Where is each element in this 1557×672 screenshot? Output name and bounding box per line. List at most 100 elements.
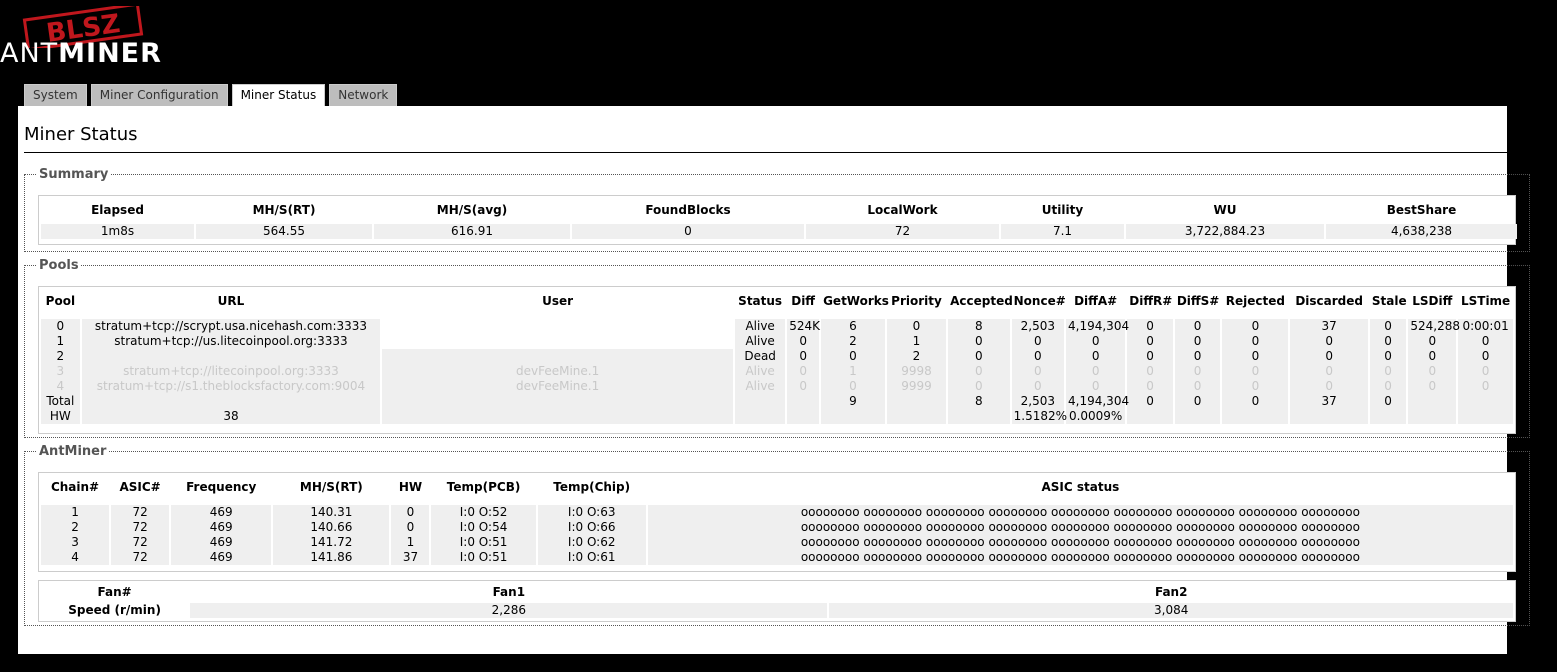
chain-cell: I:0 O:61 bbox=[537, 550, 646, 565]
pool-cell: 0 bbox=[1222, 379, 1289, 394]
pool-row-disabled: 4 stratum+tcp://s1.theblocksfactory.com:… bbox=[41, 379, 1513, 394]
chain-cell: 72 bbox=[111, 505, 170, 520]
summary-header: WU bbox=[1213, 203, 1237, 217]
chain-cell: I:0 O:52 bbox=[431, 505, 536, 520]
pool-cell bbox=[1408, 394, 1457, 409]
pool-cell: 3 bbox=[41, 364, 80, 379]
summary-value: 3,722,884.23 bbox=[1126, 224, 1324, 239]
chain-cell: I:0 O:63 bbox=[537, 505, 646, 520]
pools-header: Stale bbox=[1371, 294, 1407, 308]
chains-table: Chain# ASIC# Frequency MH/S(RT) HW Temp(… bbox=[39, 473, 1515, 565]
pool-cell: 0 bbox=[1174, 334, 1221, 349]
chains-box: Chain# ASIC# Frequency MH/S(RT) HW Temp(… bbox=[38, 472, 1516, 572]
pool-cell: 0 bbox=[821, 349, 885, 364]
pool-cell: 0 bbox=[1066, 364, 1126, 379]
chains-header: Temp(Chip) bbox=[553, 480, 631, 494]
pool-cell: 6 bbox=[821, 319, 885, 334]
chain-cell: I:0 O:51 bbox=[431, 550, 536, 565]
pool-cell bbox=[821, 409, 885, 424]
pool-cell: 0 bbox=[787, 334, 820, 349]
pool-cell: 0 bbox=[1127, 319, 1173, 334]
pool-cell: 0 bbox=[1127, 394, 1173, 409]
pool-cell: 0 bbox=[1222, 319, 1289, 334]
asic-status-cell: oooooooo oooooooo oooooooo oooooooo oooo… bbox=[647, 550, 1513, 565]
pool-cell: 8 bbox=[948, 319, 1010, 334]
pool-cell: 2,503 bbox=[1011, 394, 1065, 409]
pool-cell: 0 bbox=[1290, 379, 1368, 394]
pool-total-row: Total 9 8 2,503 4,194,304 0 0 0 37 0 bbox=[41, 394, 1513, 409]
chains-header: MH/S(RT) bbox=[299, 480, 363, 494]
pools-header: Priority bbox=[891, 294, 942, 308]
summary-header: MH/S(RT) bbox=[252, 203, 316, 217]
pools-header: URL bbox=[217, 294, 245, 308]
pool-cell: 9 bbox=[821, 394, 885, 409]
chain-cell: 4 bbox=[41, 550, 110, 565]
pool-cell bbox=[886, 409, 947, 424]
chains-header-row: Chain# ASIC# Frequency MH/S(RT) HW Temp(… bbox=[41, 473, 1513, 501]
tab-system[interactable]: System bbox=[24, 84, 87, 106]
pool-cell: 0 bbox=[1458, 364, 1513, 379]
pool-cell: 0 bbox=[787, 379, 820, 394]
summary-value-row: 1m8s 564.55 616.91 0 72 7.1 3,722,884.23… bbox=[41, 224, 1517, 239]
chains-header: Temp(PCB) bbox=[446, 480, 521, 494]
tab-miner-configuration[interactable]: Miner Configuration bbox=[90, 84, 228, 106]
pools-header: Discarded bbox=[1295, 294, 1363, 308]
pool-cell bbox=[382, 334, 734, 349]
pool-cell: 0 bbox=[1127, 349, 1173, 364]
summary-section: Summary Elapsed MH/S(RT) MH/S(avg) Found… bbox=[24, 167, 1530, 252]
chain-cell: 141.86 bbox=[273, 550, 390, 565]
chains-header: ASIC# bbox=[119, 480, 161, 494]
fans-header-row: Fan# Fan1 Fan2 bbox=[41, 581, 1513, 603]
pool-cell: 4 bbox=[41, 379, 80, 394]
pool-cell bbox=[787, 409, 820, 424]
pool-cell: 0 bbox=[1127, 379, 1173, 394]
pool-cell: Dead bbox=[735, 349, 786, 364]
pool-cell: 0 bbox=[1408, 334, 1457, 349]
pool-cell: 38 bbox=[81, 409, 381, 424]
pool-cell: Alive bbox=[735, 379, 786, 394]
pool-cell bbox=[1369, 409, 1407, 424]
asic-status-cell: oooooooo oooooooo oooooooo oooooooo oooo… bbox=[647, 535, 1513, 550]
chain-cell: 469 bbox=[171, 550, 272, 565]
fan-speed-label: Speed (r/min) bbox=[41, 603, 189, 618]
pool-row: 0 stratum+tcp://scrypt.usa.nicehash.com:… bbox=[41, 319, 1513, 334]
pools-header: Nonce# bbox=[1013, 294, 1066, 308]
pool-cell: 0 bbox=[1174, 379, 1221, 394]
title-divider bbox=[24, 152, 1529, 153]
pool-cell: 0 bbox=[1174, 349, 1221, 364]
pool-cell: 0 bbox=[1222, 394, 1289, 409]
fans-table: Fan# Fan1 Fan2 Speed (r/min) 2,286 3,084 bbox=[39, 581, 1515, 618]
fans-speed-row: Speed (r/min) 2,286 3,084 bbox=[41, 603, 1513, 618]
pool-cell bbox=[1458, 409, 1513, 424]
pools-header-row: Pool URL User Status Diff GetWorks Prior… bbox=[41, 287, 1513, 315]
pool-cell: 0 bbox=[787, 364, 820, 379]
pool-row-disabled: 3 stratum+tcp://litecoinpool.org:3333 de… bbox=[41, 364, 1513, 379]
tab-miner-status[interactable]: Miner Status bbox=[231, 84, 326, 107]
chains-header: ASIC status bbox=[1041, 480, 1120, 494]
pool-cell: stratum+tcp://scrypt.usa.nicehash.com:33… bbox=[81, 319, 381, 334]
pool-cell: 1.5182% bbox=[1011, 409, 1068, 424]
pool-cell bbox=[735, 394, 786, 409]
pools-header: Diff bbox=[791, 294, 816, 308]
pool-cell: 4,194,304 bbox=[1066, 394, 1130, 409]
pool-cell: HW bbox=[41, 409, 80, 424]
fans-header: Fan2 bbox=[1154, 585, 1188, 599]
summary-value: 7.1 bbox=[1001, 224, 1124, 239]
pool-cell: 0:00:01 bbox=[1458, 319, 1513, 334]
pools-header: DiffS# bbox=[1176, 294, 1220, 308]
tab-bar: System Miner Configuration Miner Status … bbox=[24, 84, 401, 107]
pool-cell bbox=[382, 394, 734, 409]
pool-cell bbox=[1222, 409, 1289, 424]
pools-header: DiffR# bbox=[1129, 294, 1173, 308]
tab-network[interactable]: Network bbox=[329, 84, 398, 106]
asic-status-cell: oooooooo oooooooo oooooooo oooooooo oooo… bbox=[647, 520, 1513, 535]
summary-box: Elapsed MH/S(RT) MH/S(avg) FoundBlocks L… bbox=[38, 195, 1517, 245]
pool-cell bbox=[1408, 409, 1457, 424]
pools-header: LSTime bbox=[1460, 294, 1511, 308]
chain-row: 1 72 469 140.31 0 I:0 O:52 I:0 O:63 oooo… bbox=[41, 505, 1513, 520]
pool-cell: 0 bbox=[948, 364, 1010, 379]
pool-cell: 0 bbox=[1011, 334, 1065, 349]
summary-value: 616.91 bbox=[374, 224, 570, 239]
pool-cell bbox=[948, 409, 1010, 424]
summary-value: 4,638,238 bbox=[1326, 224, 1517, 239]
